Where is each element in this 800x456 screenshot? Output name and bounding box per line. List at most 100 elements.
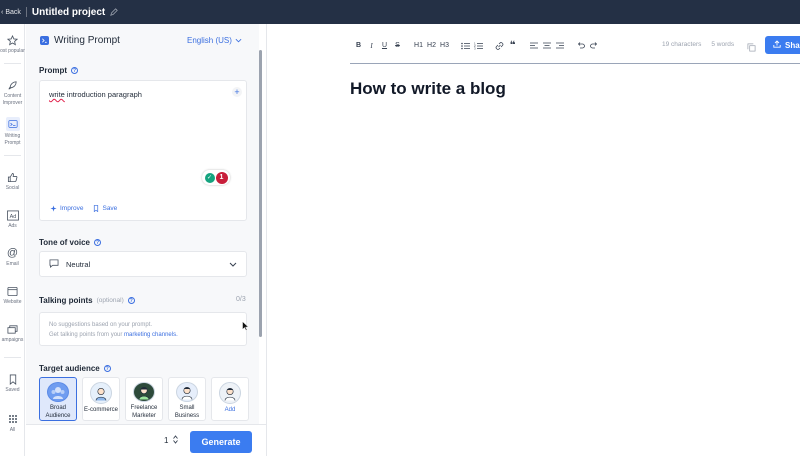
sparkle-icon [50,205,57,212]
bulleted-list-icon[interactable] [460,40,471,51]
rail-item-most-popular[interactable]: ost popular [0,34,25,55]
prompt-text: write introduction paragraph [49,90,142,99]
align-center-icon[interactable] [541,40,552,51]
rail-label: Email [6,261,19,267]
generate-button[interactable]: Generate [190,431,252,453]
optional-label: (optional) [96,297,124,304]
help-icon[interactable]: ? [93,239,101,246]
rail-item-ads[interactable]: Ad Ads [0,209,25,230]
quantity-stepper[interactable]: 1 [164,435,179,446]
project-title[interactable]: Untitled project [32,7,105,18]
word-count: 5 words [711,41,735,48]
rail-item-content-improver[interactable]: Content Improver [0,79,25,107]
add-icon[interactable]: + [232,87,242,97]
layers-icon [7,323,19,335]
rail-label: Social [5,185,20,191]
heading1-button[interactable]: H1 [413,40,424,51]
grammar-checker-badge[interactable]: ✓ 1 [202,170,230,185]
panel-scrollbar[interactable] [259,50,262,337]
panel-title: Writing Prompt [54,35,120,46]
ad-icon: Ad [6,209,19,221]
rail-label: Ads [8,223,17,229]
audience-label: Small Business [174,405,200,419]
person-avatar-icon [176,382,198,402]
person-avatar-icon [133,382,155,402]
at-icon: @ [6,247,19,259]
improve-label: Improve [60,205,84,212]
back-button[interactable]: ‹ Back [0,9,21,16]
marketing-channels-link[interactable]: marketing channels. [124,332,178,338]
divider [4,63,21,64]
bookmark-icon [7,373,19,385]
redo-icon[interactable] [588,40,599,51]
writing-prompt-panel: Writing Prompt English (US) Prompt ? wri… [26,24,262,456]
numbered-list-icon[interactable]: 123 [473,40,484,51]
issue-count: 1 [215,171,228,184]
rail-label: Saved [5,387,20,393]
help-icon[interactable]: ? [127,297,135,304]
italic-button[interactable]: I [366,40,377,51]
rail-label: All [9,427,16,433]
quote-icon[interactable]: ❝ [507,40,518,51]
talking-points-hint: Get talking points from your marketing c… [49,330,237,340]
strikethrough-button[interactable]: S [392,40,403,51]
hint-text: Get talking points from your [49,332,125,338]
prompt-label: Prompt [39,66,67,75]
prompt-text-rest: introduction paragraph [64,90,142,99]
browser-icon [7,285,19,297]
prompt-section-label: Prompt ? [39,66,78,75]
link-icon[interactable] [494,40,505,51]
rail-item-email[interactable]: @ Email [0,247,25,268]
chevron-down-icon [229,262,237,267]
copy-icon[interactable] [747,39,756,57]
document-title[interactable]: How to write a blog [350,79,506,99]
audience-card-add[interactable]: Add [211,377,249,421]
grammar-icon: ✓ [204,172,215,183]
svg-text:3: 3 [474,46,476,50]
icon-rail: ost popular Content Improver Writing Pro… [0,24,25,456]
rail-item-campaigns[interactable]: ampaigns [0,323,25,344]
undo-icon[interactable] [575,40,586,51]
audience-card-broad[interactable]: Broad Audience [39,377,77,421]
rail-item-social[interactable]: Social [0,171,25,192]
help-icon[interactable]: ? [71,67,78,74]
rail-item-saved[interactable]: Saved [0,373,25,394]
chat-bubble-icon [49,258,59,270]
heading3-button[interactable]: H3 [439,40,450,51]
character-count: 19 characters [662,41,702,48]
save-button[interactable]: Save [93,205,117,212]
language-select[interactable]: English (US) [187,36,242,45]
save-label: Save [102,205,118,212]
divider [4,155,21,156]
toolbar-divider [350,63,800,64]
misspelled-word[interactable]: write [49,90,65,99]
tone-select[interactable]: Neutral [39,251,247,277]
rail-item-website[interactable]: Website [0,285,25,306]
divider [25,7,27,17]
audience-card-small-business[interactable]: Small Business [168,377,206,421]
talking-points-count: 0/3 [236,296,246,303]
heading2-button[interactable]: H2 [426,40,437,51]
generate-bar: 1 Generate [26,424,266,456]
bold-button[interactable]: B [353,40,364,51]
chevron-left-icon: ‹ [1,8,4,16]
editor-toolbar: B I U S H1 H2 H3 123 ❝ [353,40,601,51]
pencil-icon[interactable] [110,8,119,16]
language-label: English (US) [187,36,232,45]
improve-button[interactable]: Improve [50,205,83,212]
align-left-icon[interactable] [528,40,539,51]
audience-card-freelance[interactable]: Freelance Marketer [125,377,163,421]
prompt-textarea[interactable]: write introduction paragraph + ✓ 1 Impro… [39,80,247,221]
audience-card-ecommerce[interactable]: E-commerce [82,377,120,421]
share-button[interactable]: Share [765,36,800,54]
panel-header: Writing Prompt [40,35,120,46]
rail-label: ampaigns [1,337,24,343]
quantity-value: 1 [164,436,169,445]
top-bar: ‹ Back Untitled project [0,0,800,24]
rail-item-all[interactable]: All [0,413,25,434]
rail-item-writing-prompt[interactable]: Writing Prompt [0,117,25,147]
tone-section-label: Tone of voice ? [39,238,101,247]
underline-button[interactable]: U [379,40,390,51]
help-icon[interactable]: ? [103,365,111,372]
align-right-icon[interactable] [554,40,565,51]
